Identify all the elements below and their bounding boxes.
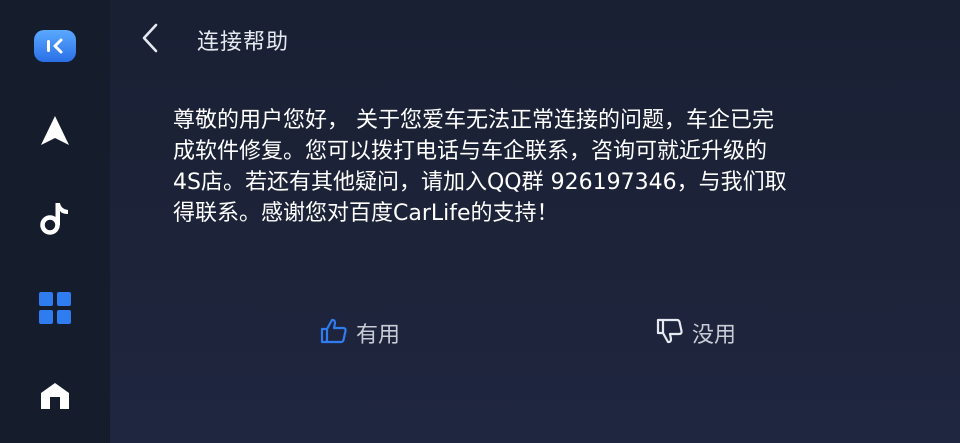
chevron-left-icon (140, 23, 160, 57)
message-line: 得联系。感谢您对百度CarLife的支持！ (173, 201, 559, 226)
navigation-arrow-icon (39, 114, 71, 152)
useless-label: 没用 (692, 323, 737, 348)
help-panel: 连接帮助 尊敬的用户您好， 关于您爱车无法正常连接的问题，车企已完 成软件修复。… (110, 0, 960, 443)
page-title: 连接帮助 (197, 30, 290, 55)
message-line: 4S店。若还有其他疑问，请加入QQ群 926197346，与我们取 (173, 170, 787, 195)
apps-grid-icon (38, 291, 72, 329)
useless-button[interactable]: 没用 (656, 313, 736, 353)
sidebar-item-carlife[interactable] (25, 18, 85, 78)
useful-label: 有用 (356, 323, 401, 348)
message-line: 尊敬的用户您好， 关于您爱车无法正常连接的问题，车企已完 (173, 108, 774, 133)
sidebar-item-navigation[interactable] (25, 103, 85, 163)
music-note-icon (39, 200, 71, 240)
message-line: 成软件修复。您可以拨打电话与车企联系，咨询可就近升级的 (173, 139, 768, 164)
useful-button[interactable]: 有用 (320, 313, 400, 353)
carlife-logo-icon (33, 29, 77, 67)
sidebar-item-music[interactable] (25, 190, 85, 250)
home-icon (39, 381, 71, 415)
back-button[interactable] (132, 22, 168, 58)
sidebar-item-home[interactable] (25, 368, 85, 428)
thumbs-down-icon (656, 317, 684, 349)
sidebar-item-apps[interactable] (25, 280, 85, 340)
thumbs-up-icon (320, 317, 348, 349)
help-message: 尊敬的用户您好， 关于您爱车无法正常连接的问题，车企已完 成软件修复。您可以拨打… (173, 105, 873, 229)
sidebar (0, 0, 110, 443)
app-window: 连接帮助 尊敬的用户您好， 关于您爱车无法正常连接的问题，车企已完 成软件修复。… (0, 0, 960, 443)
